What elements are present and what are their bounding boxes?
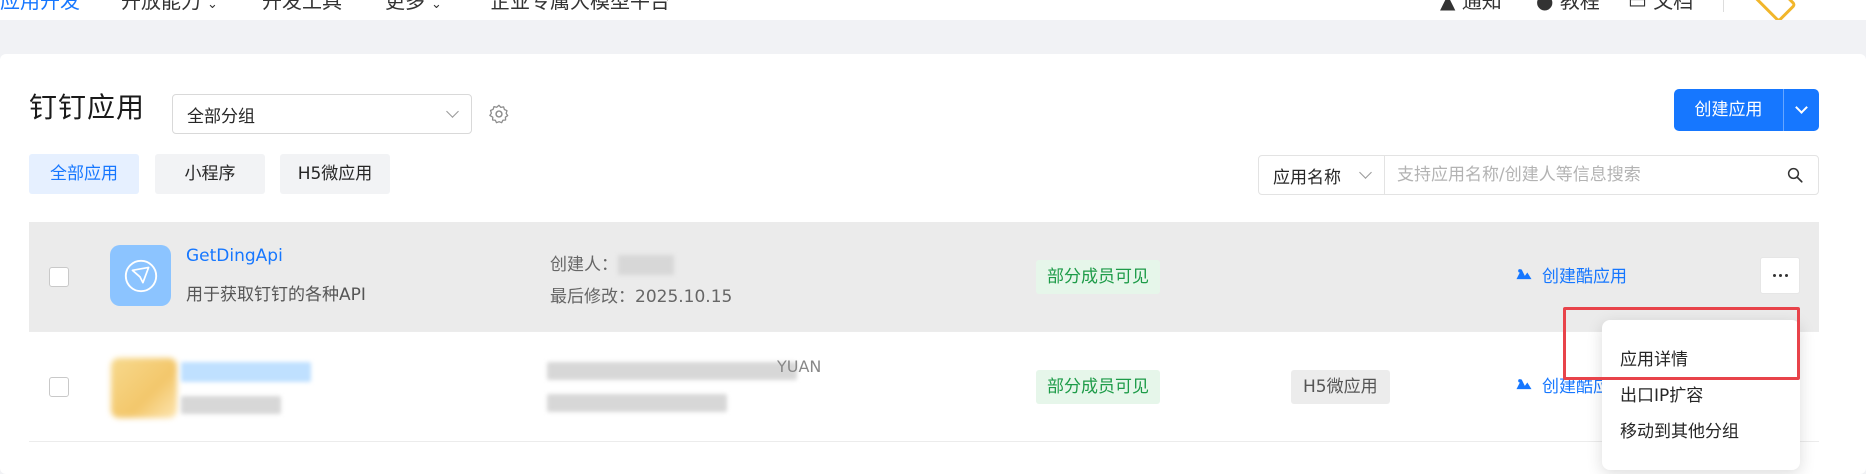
cool-app-icon <box>1516 378 1532 389</box>
row-checkbox[interactable] <box>49 377 69 397</box>
menu-item-egress-ip[interactable]: 出口IP扩容 <box>1602 378 1800 414</box>
nav-docs[interactable]: ▭ 文档 <box>1628 0 1693 14</box>
filter-tab-all[interactable]: 全部应用 <box>29 154 139 194</box>
more-actions-button[interactable] <box>1760 257 1800 294</box>
menu-item-move-group[interactable]: 移动到其他分组 <box>1602 414 1800 450</box>
nav-item-label: 开放能力 <box>121 0 201 13</box>
app-description: 用于获取钉钉的各种API <box>186 285 366 305</box>
chevron-down-icon <box>446 105 459 118</box>
visibility-badge: 部分成员可见 <box>1036 260 1160 294</box>
gear-icon[interactable] <box>488 103 510 125</box>
nav-label: 文档 <box>1653 0 1694 13</box>
modified-date: 2025.10.15 <box>635 287 733 307</box>
nav-item-dev-tools[interactable]: 开发工具 <box>262 0 342 14</box>
dingtalk-logo-icon <box>124 259 157 292</box>
modified-label: 最后修改： <box>550 287 635 307</box>
filter-tab-h5[interactable]: H5微应用 <box>280 154 390 194</box>
row-actions-menu: 应用详情 出口IP扩容 移动到其他分组 <box>1602 320 1800 470</box>
table-row[interactable]: GetDingApi 用于获取钉钉的各种API 创建人： 最后修改：2025.1… <box>29 222 1819 332</box>
cool-app-icon <box>1516 268 1532 279</box>
app-name-link[interactable]: GetDingApi <box>186 246 283 266</box>
redacted-app-name <box>181 362 311 382</box>
create-app-button[interactable]: 创建应用 <box>1674 89 1819 131</box>
create-cool-app-link[interactable]: 创建酷应用 <box>1514 262 1627 287</box>
redacted-creator <box>618 255 674 275</box>
creator-info: 创建人： <box>550 250 674 275</box>
chevron-down-icon: ⌄ <box>207 0 218 12</box>
search-box: 应用名称 <box>1258 155 1819 195</box>
group-select[interactable]: 全部分组 <box>172 94 472 134</box>
chevron-down-icon <box>1359 166 1372 179</box>
nav-item-more[interactable]: 更多 ⌄ <box>385 0 442 18</box>
search-scope-select[interactable]: 应用名称 <box>1259 156 1385 194</box>
filter-tab-miniprogram[interactable]: 小程序 <box>155 154 265 194</box>
create-app-label: 创建应用 <box>1674 89 1784 131</box>
create-app-dropdown[interactable] <box>1784 89 1819 131</box>
modified-info: 最后修改：2025.10.15 <box>550 282 732 307</box>
menu-item-app-details[interactable]: 应用详情 <box>1602 342 1800 378</box>
nav-label: 通知 <box>1461 0 1502 13</box>
app-icon <box>110 245 171 306</box>
page-title: 钉钉应用 <box>29 91 146 124</box>
app-icon <box>111 358 177 418</box>
nav-item-enterprise-llm[interactable]: 企业专属大模型平台 <box>490 0 670 14</box>
app-list-card: 钉钉应用 全部分组 创建应用 全部应用 小程序 H5微应用 应用名称 支持应用名… <box>0 54 1866 474</box>
row-checkbox[interactable] <box>49 267 69 287</box>
nav-item-open-capability[interactable]: 开放能力 ⌄ <box>121 0 218 18</box>
creator-label: 创建人： <box>550 255 618 275</box>
redacted-app-desc <box>181 396 281 414</box>
redacted-modified <box>547 394 727 412</box>
top-nav: 应用开发 开放能力 ⌄ 开发工具 更多 ⌄ 企业专属大模型平台 ▲ 通知 ● 教程 … <box>0 0 1866 20</box>
visibility-badge: 部分成员可见 <box>1036 370 1160 404</box>
nav-item-app-dev[interactable]: 应用开发 <box>0 0 80 14</box>
chevron-down-icon <box>1795 101 1808 114</box>
search-icon[interactable] <box>1772 166 1818 184</box>
bulb-icon: ● <box>1536 0 1560 13</box>
doc-icon: ▭ <box>1628 0 1654 13</box>
nav-notifications[interactable]: ▲ 通知 <box>1440 0 1502 14</box>
nav-item-label: 更多 <box>385 0 425 13</box>
user-avatar[interactable] <box>1748 0 1798 20</box>
divider <box>1723 0 1724 12</box>
app-type-badge: H5微应用 <box>1291 370 1390 404</box>
group-select-value: 全部分组 <box>187 106 255 127</box>
redacted-creator <box>547 362 797 380</box>
bell-icon: ▲ <box>1440 0 1462 13</box>
nav-tutorial[interactable]: ● 教程 <box>1536 0 1600 14</box>
meta-fragment: YUAN <box>777 357 822 376</box>
search-scope-value: 应用名称 <box>1273 167 1341 188</box>
create-cool-app-label: 创建酷应用 <box>1542 267 1627 287</box>
nav-label: 教程 <box>1559 0 1600 13</box>
search-input[interactable] <box>1385 156 1772 194</box>
chevron-down-icon: ⌄ <box>431 0 442 12</box>
table-row[interactable]: YUAN 部分成员可见 H5微应用 创建酷应用 <box>29 332 1819 442</box>
